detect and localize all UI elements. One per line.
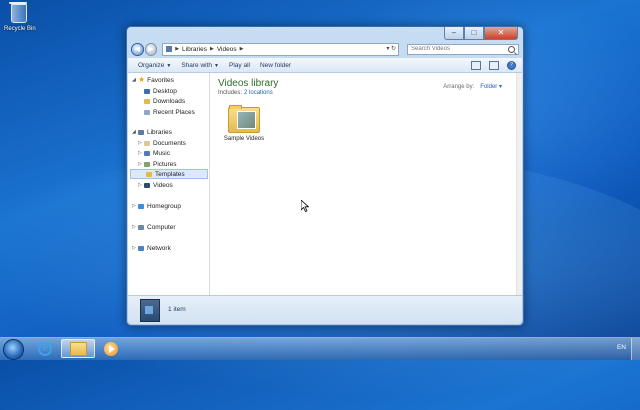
folder-icon bbox=[228, 105, 260, 133]
library-includes: Includes: 2 locations bbox=[218, 90, 273, 96]
templates-icon bbox=[146, 171, 152, 177]
folder-label: Sample Videos bbox=[223, 136, 265, 142]
share-with-menu[interactable]: Share with ▼ bbox=[181, 62, 219, 69]
item-count: 1 item bbox=[168, 306, 186, 313]
mouse-cursor-icon bbox=[300, 199, 310, 214]
language-indicator[interactable]: EN bbox=[617, 344, 626, 351]
minimize-button[interactable]: – bbox=[444, 27, 464, 40]
search-icon[interactable] bbox=[508, 45, 515, 53]
details-pane: 1 item bbox=[128, 295, 522, 324]
play-all-button[interactable]: Play all bbox=[229, 62, 250, 69]
content-pane: Videos library Includes: 2 locations Arra… bbox=[210, 73, 522, 295]
address-row: ◀ ▶ ▶ Libraries ▶ Videos ▶ ▾ ↻ bbox=[131, 42, 519, 56]
music-icon bbox=[144, 150, 150, 156]
nav-desktop[interactable]: Desktop bbox=[144, 86, 177, 96]
nav-favorites[interactable]: ◢ ★ Favorites bbox=[132, 75, 174, 85]
nav-templates[interactable]: Templates bbox=[130, 169, 208, 179]
homegroup-icon bbox=[138, 203, 144, 209]
address-bar[interactable]: ▶ Libraries ▶ Videos ▶ ▾ ↻ bbox=[162, 42, 400, 56]
taskbar: e EN bbox=[0, 337, 640, 360]
desktop-icon bbox=[144, 88, 150, 94]
refresh-icon[interactable]: ▾ ↻ bbox=[386, 44, 396, 55]
network-icon bbox=[138, 245, 144, 251]
library-icon bbox=[166, 46, 173, 52]
locations-link[interactable]: 2 locations bbox=[244, 90, 273, 96]
videos-icon bbox=[144, 182, 150, 188]
nav-libraries[interactable]: ◢ Libraries bbox=[132, 127, 172, 137]
documents-icon bbox=[144, 140, 150, 146]
nav-computer[interactable]: ▷ Computer bbox=[132, 222, 176, 232]
nav-downloads[interactable]: Downloads bbox=[144, 96, 185, 106]
close-button[interactable]: ✕ bbox=[484, 27, 518, 40]
new-folder-button[interactable]: New folder bbox=[260, 62, 291, 69]
breadcrumb-libraries[interactable]: Libraries bbox=[179, 46, 210, 53]
change-view-icon[interactable] bbox=[471, 60, 481, 70]
media-player-taskbar-button[interactable] bbox=[94, 339, 128, 358]
recycle-bin-desktop-icon[interactable]: Recycle Bin bbox=[4, 2, 36, 32]
videos-library-icon bbox=[140, 299, 160, 322]
explorer-window: – □ ✕ ◀ ▶ ▶ Libraries ▶ Videos ▶ ▾ ↻ Org… bbox=[126, 26, 524, 326]
recent-places-icon bbox=[144, 109, 150, 115]
video-thumbnail bbox=[237, 111, 256, 129]
nav-videos[interactable]: ▷ Videos bbox=[138, 180, 173, 190]
pictures-icon bbox=[144, 161, 150, 167]
star-icon: ★ bbox=[138, 75, 146, 84]
nav-pictures[interactable]: ▷ Pictures bbox=[138, 159, 176, 169]
vertical-scrollbar[interactable] bbox=[516, 73, 522, 295]
library-title: Videos library bbox=[218, 78, 279, 89]
window-controls: – □ ✕ bbox=[444, 27, 518, 40]
preview-pane-icon[interactable] bbox=[489, 60, 499, 70]
start-button[interactable] bbox=[3, 339, 24, 360]
media-player-icon bbox=[104, 341, 118, 356]
back-button[interactable]: ◀ bbox=[131, 42, 144, 56]
search-box[interactable] bbox=[407, 43, 519, 55]
windows-explorer-icon bbox=[69, 341, 87, 356]
recycle-bin-icon bbox=[9, 2, 27, 23]
forward-button[interactable]: ▶ bbox=[144, 42, 158, 56]
nav-homegroup[interactable]: ▷ Homegroup bbox=[132, 201, 181, 211]
breadcrumb-separator-icon[interactable]: ▶ bbox=[240, 46, 244, 52]
arrange-by-dropdown[interactable]: Folder ▾ bbox=[480, 84, 502, 90]
command-bar: Organize ▼ Share with ▼ Play all New folde… bbox=[128, 58, 522, 73]
folder-item[interactable]: Sample Videos bbox=[222, 105, 266, 142]
maximize-button[interactable]: □ bbox=[464, 27, 484, 40]
show-desktop-button[interactable] bbox=[631, 338, 640, 360]
search-input[interactable] bbox=[411, 46, 508, 52]
arrange-by: Arrange by: Folder ▾ bbox=[443, 84, 502, 90]
organize-menu[interactable]: Organize ▼ bbox=[138, 62, 171, 69]
downloads-icon bbox=[144, 98, 150, 104]
help-icon[interactable]: ? bbox=[507, 60, 516, 70]
windows-explorer-taskbar-button[interactable] bbox=[61, 339, 95, 358]
nav-recent-places[interactable]: Recent Places bbox=[144, 107, 195, 117]
breadcrumb-videos[interactable]: Videos bbox=[214, 46, 240, 53]
internet-explorer-taskbar-button[interactable]: e bbox=[28, 339, 62, 358]
nav-music[interactable]: ▷ Music bbox=[138, 148, 170, 158]
nav-documents[interactable]: ▷ Documents bbox=[138, 138, 186, 148]
internet-explorer-icon: e bbox=[38, 341, 52, 356]
computer-icon bbox=[138, 224, 144, 230]
recycle-bin-label: Recycle Bin bbox=[4, 26, 36, 32]
libraries-icon bbox=[138, 129, 144, 135]
nav-network[interactable]: ▷ Network bbox=[132, 243, 171, 253]
navigation-pane: ◢ ★ Favorites Desktop Downloads Recent P… bbox=[128, 73, 210, 295]
